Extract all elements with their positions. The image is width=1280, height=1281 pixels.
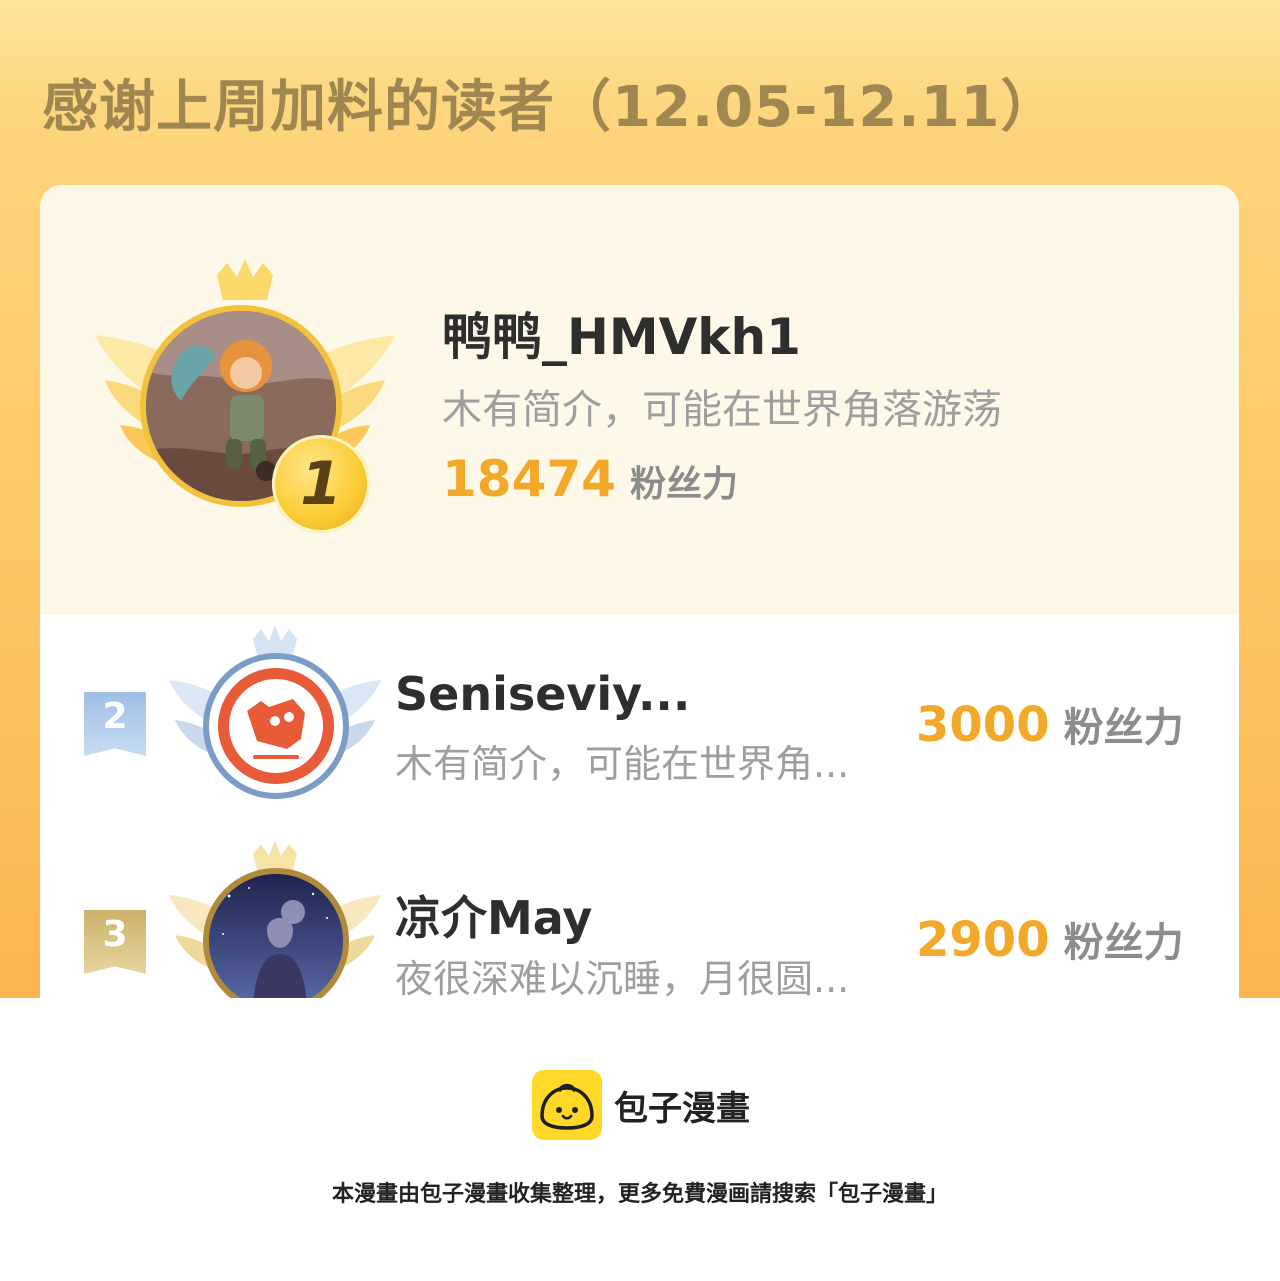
brand-lockup[interactable]: 包子漫畫: [532, 1070, 750, 1140]
rank-2-flag: 2: [84, 692, 146, 756]
reader-name[interactable]: 凉介May: [395, 882, 592, 948]
fans-value: 2900: [916, 912, 1050, 968]
fans-value: 3000: [916, 697, 1050, 753]
night-sky-avatar-icon: [209, 874, 343, 998]
brand-name: 包子漫畫: [614, 1088, 750, 1129]
champion-section: 1 鸭鸭_HMVkh1 木有简介，可能在世界角落游荡 18474 粉丝力: [40, 185, 1239, 615]
fans-unit: 粉丝力: [1063, 705, 1184, 751]
fans-unit: 粉丝力: [629, 464, 738, 505]
champion-fans: 18474 粉丝力: [442, 450, 738, 508]
reader-fans: 2900 粉丝力: [916, 910, 1184, 968]
thanks-poster: 感谢上周加料的读者（12.05-12.11） 1 鸭鸭_HMVkh1 木有简介，…: [0, 0, 1280, 998]
footer-note: 本漫畫由包子漫畫收集整理，更多免費漫画請搜索「包子漫畫」: [331, 1182, 948, 1207]
fans-value: 18474: [442, 450, 616, 508]
bun-logo-icon: [532, 1070, 602, 1140]
rank-1-badge: 1: [272, 435, 370, 533]
page-title: 感谢上周加料的读者（12.05-12.11）: [42, 75, 1058, 140]
reader-bio: 木有简介，可能在世界角...: [395, 742, 850, 786]
champion-name[interactable]: 鸭鸭_HMVkh1: [442, 297, 801, 369]
champion-bio: 木有简介，可能在世界角落游荡: [442, 387, 1002, 433]
ranking-row[interactable]: 3 凉介May 夜很深难以沉睡，月很圆... 2900 粉丝力: [40, 840, 1239, 998]
ranking-card: 1 鸭鸭_HMVkh1 木有简介，可能在世界角落游荡 18474 粉丝力 2 S…: [40, 185, 1239, 998]
reader-bio: 夜很深难以沉睡，月很圆...: [395, 957, 850, 998]
rank-3-flag: 3: [84, 910, 146, 974]
reader-fans: 3000 粉丝力: [916, 695, 1184, 753]
ranking-row[interactable]: 2 Seniseviy... 木有简介，可能在世界角... 3000 粉丝力: [40, 625, 1239, 825]
reader-avatar[interactable]: [203, 653, 349, 799]
reader-name[interactable]: Seniseviy...: [395, 667, 690, 721]
default-avatar-icon: [218, 668, 334, 784]
fans-unit: 粉丝力: [1063, 920, 1184, 966]
